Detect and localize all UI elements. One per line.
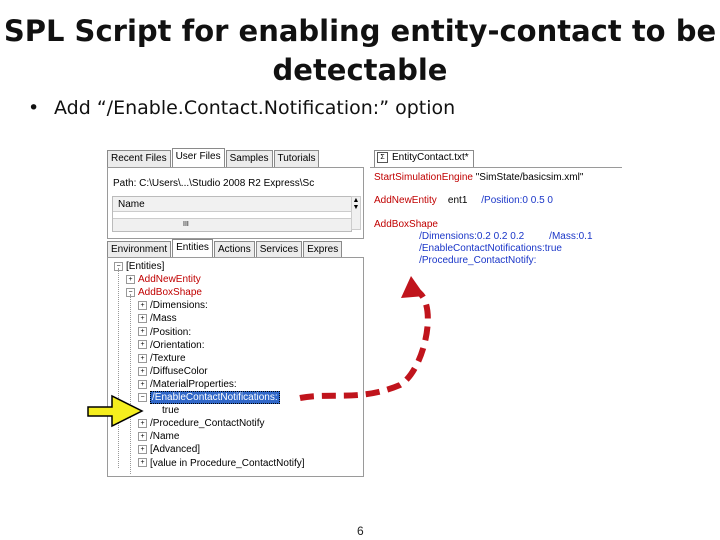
page-number: 6 bbox=[357, 524, 364, 538]
annotation-overlay bbox=[87, 276, 431, 428]
red-dashed-arrow-icon bbox=[299, 287, 431, 401]
red-arrowhead-icon bbox=[401, 276, 425, 298]
yellow-arrow-icon bbox=[87, 394, 144, 428]
